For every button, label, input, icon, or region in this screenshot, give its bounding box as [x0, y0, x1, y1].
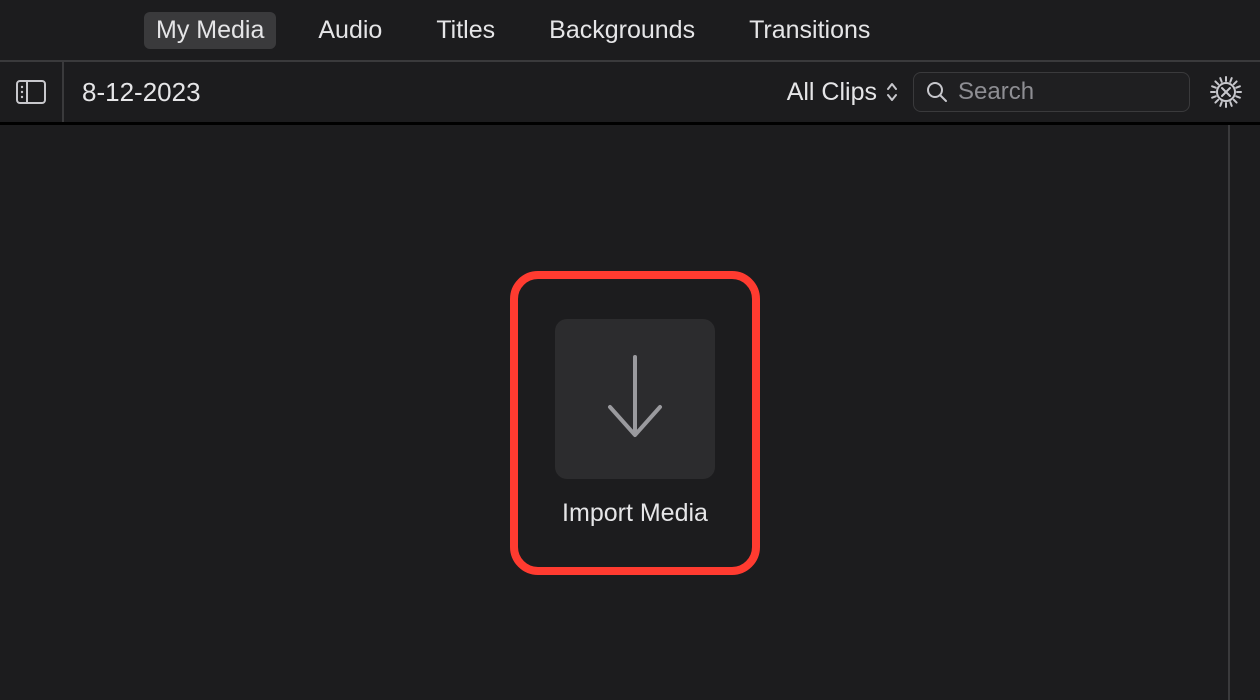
- updown-chevron-icon: [885, 81, 899, 103]
- tab-transitions[interactable]: Transitions: [737, 12, 882, 49]
- settings-button[interactable]: [1204, 70, 1248, 114]
- clips-filter-label: All Clips: [787, 78, 877, 107]
- top-tab-bar: My Media Audio Titles Backgrounds Transi…: [0, 0, 1260, 60]
- tab-titles[interactable]: Titles: [424, 12, 507, 49]
- search-box[interactable]: [913, 72, 1190, 112]
- import-media-highlight: Import Media: [510, 271, 760, 575]
- gear-icon: [1209, 75, 1243, 109]
- download-arrow-icon: [600, 349, 670, 449]
- project-title: 8-12-2023: [64, 77, 787, 108]
- tab-backgrounds[interactable]: Backgrounds: [537, 12, 707, 49]
- sidebar-icon: [16, 80, 46, 104]
- import-media-label: Import Media: [562, 499, 708, 528]
- search-icon: [926, 81, 948, 103]
- sidebar-toggle-button[interactable]: [0, 62, 64, 122]
- import-media-button[interactable]: [555, 319, 715, 479]
- tab-my-media[interactable]: My Media: [144, 12, 276, 49]
- library-toolbar: 8-12-2023 All Clips: [0, 60, 1260, 124]
- panel-divider[interactable]: [1228, 125, 1230, 700]
- toolbar-right-controls: All Clips: [787, 70, 1260, 114]
- clips-filter-dropdown[interactable]: All Clips: [787, 78, 899, 107]
- tab-audio[interactable]: Audio: [306, 12, 394, 49]
- media-content-area: Import Media: [0, 124, 1260, 700]
